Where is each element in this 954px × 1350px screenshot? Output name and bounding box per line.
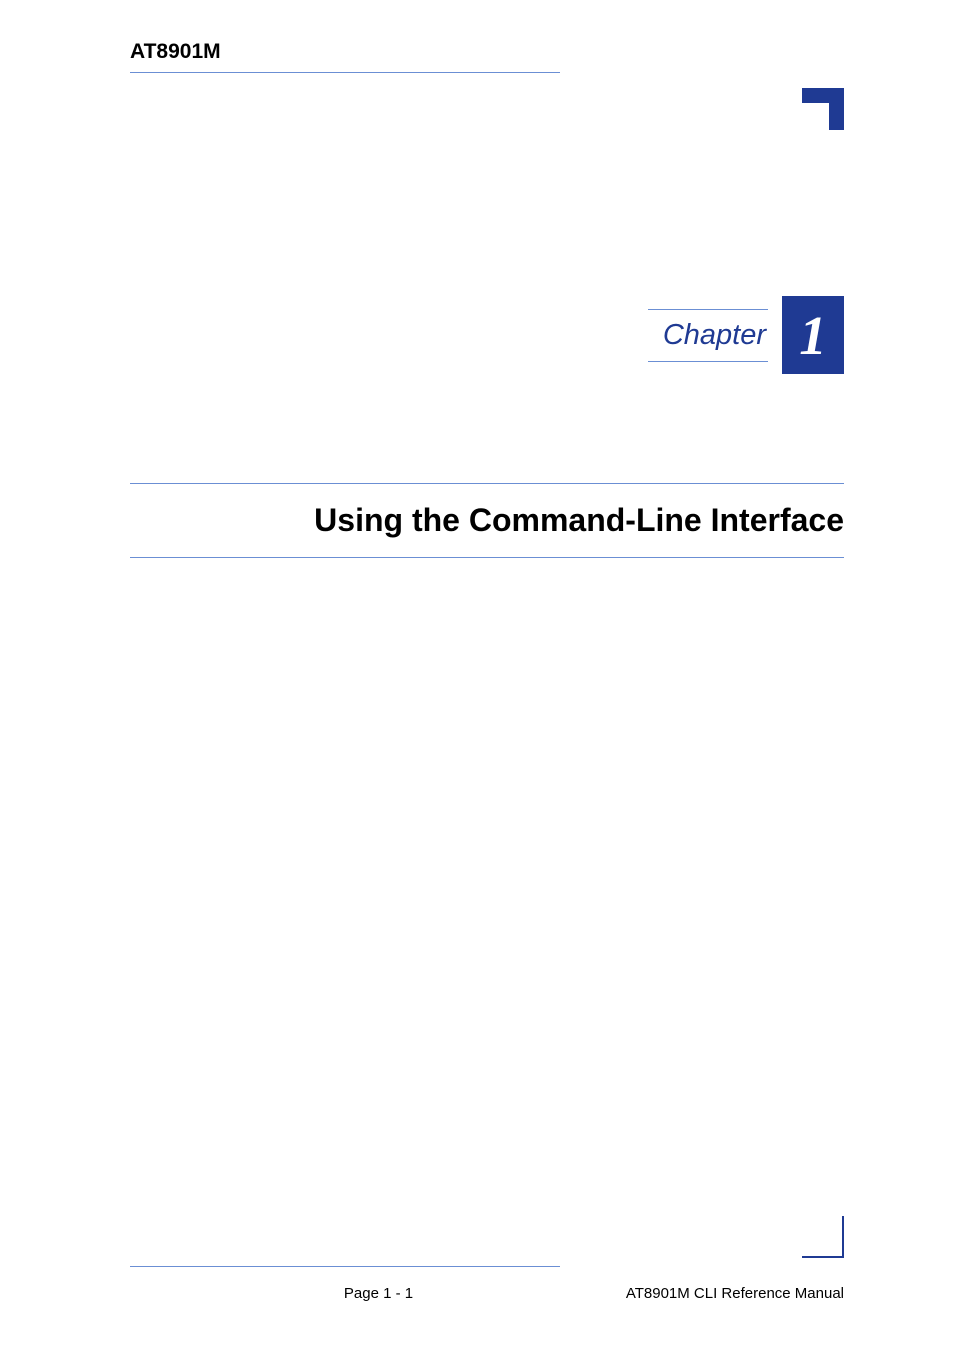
chapter-label-rule-bottom [648,361,768,362]
chapter-title-block: Using the Command-Line Interface [130,483,844,558]
page-footer: Page 1 - 1 AT8901M CLI Reference Manual [130,1266,844,1302]
corner-decoration-bottom [802,1216,844,1258]
footer-row: Page 1 - 1 AT8901M CLI Reference Manual [130,1285,844,1302]
chapter-label: Chapter [648,310,768,361]
chapter-indicator: Chapter 1 [648,296,844,374]
chapter-number: 1 [782,296,844,374]
chapter-label-wrap: Chapter [648,309,768,362]
page: AT8901M Chapter 1 Using the Command-Line… [0,0,954,1350]
corner-decoration-top [802,88,844,130]
page-header: AT8901M [130,40,844,73]
chapter-title: Using the Command-Line Interface [130,484,844,557]
footer-rule [130,1266,560,1267]
footer-page-number: Page 1 - 1 [130,1285,487,1302]
header-rule [130,72,560,73]
footer-manual-name: AT8901M CLI Reference Manual [487,1285,844,1302]
product-model: AT8901M [130,40,844,64]
title-rule-bottom [130,557,844,558]
